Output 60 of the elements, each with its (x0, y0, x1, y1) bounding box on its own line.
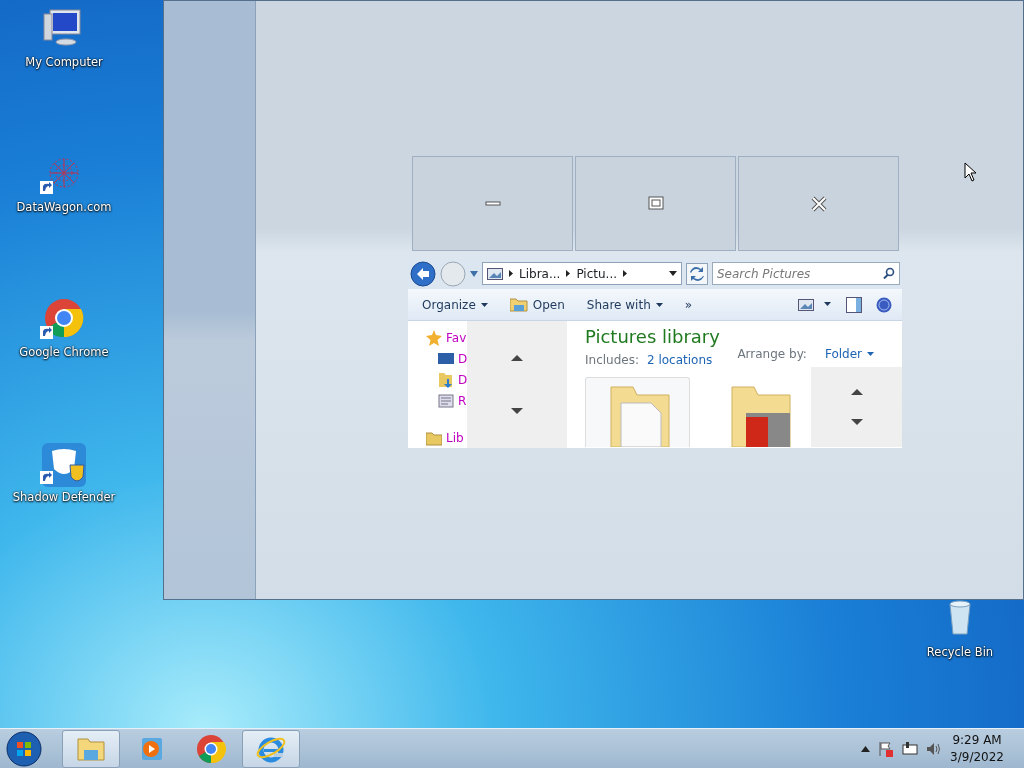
folder-icon (426, 430, 442, 446)
address-bar[interactable]: Libra... Pictu... (482, 262, 682, 285)
chrome-icon (196, 733, 226, 764)
down-arrow-icon[interactable] (511, 406, 523, 417)
picture-icon (487, 267, 503, 280)
folder-icon (438, 372, 454, 388)
locations-link[interactable]: 2 locations (647, 350, 713, 369)
includes-label: Includes: (585, 351, 639, 369)
preview-pane-icon[interactable] (846, 296, 862, 313)
toolbar-button[interactable]: Share with (582, 293, 667, 316)
toolbar-button[interactable]: Open (505, 293, 569, 316)
folder-tile[interactable] (585, 376, 690, 447)
more-button[interactable]: » (680, 293, 697, 316)
breadcrumb-item[interactable]: Pictu... (576, 264, 618, 283)
caret-icon (669, 271, 677, 276)
folder-icon (509, 297, 528, 312)
refresh-icon[interactable] (686, 262, 708, 285)
help-icon[interactable] (876, 296, 892, 313)
start-button[interactable] (4, 728, 44, 768)
cursor-icon (964, 162, 978, 182)
icon-label: Google Chrome (19, 344, 109, 361)
clock[interactable]: 9:29 AM 3/9/2022 (950, 732, 1004, 765)
arrange-label: Arrange by: (737, 346, 807, 363)
up-arrow-icon[interactable] (511, 352, 523, 363)
search-field[interactable]: Search Pictures (712, 262, 900, 285)
document-icon (438, 393, 454, 409)
icon-label: Recycle Bin (926, 644, 994, 661)
star-icon (426, 330, 442, 346)
breadcrumb-item[interactable]: Libra... (519, 264, 561, 283)
nav-item[interactable]: R (426, 392, 468, 410)
flag-icon[interactable] (878, 740, 895, 757)
down-arrow-icon[interactable] (850, 416, 863, 427)
library-title: Pictures library (585, 327, 720, 347)
icon-label: My Computer (25, 54, 103, 71)
arrange-dropdown[interactable]: Folder (820, 343, 878, 365)
chevron-up-icon[interactable] (861, 745, 871, 752)
taskbar-button[interactable] (242, 729, 300, 768)
maximize-icon (647, 195, 664, 212)
caret-icon (480, 302, 488, 307)
shield-icon[interactable] (40, 443, 88, 487)
nav-item[interactable]: Fav (426, 329, 468, 347)
up-arrow-icon[interactable] (850, 386, 863, 397)
chevron-icon (566, 270, 571, 277)
icon-label: DataWagon.com (16, 199, 112, 216)
toolbar-button[interactable]: Organize (418, 293, 492, 316)
back-button[interactable] (410, 260, 436, 287)
caret-icon[interactable] (470, 270, 478, 277)
monitor-icon (438, 351, 454, 367)
close-icon (810, 195, 827, 212)
search-icon (883, 267, 895, 279)
chevron-icon (509, 270, 513, 277)
nav-item[interactable]: Lib (426, 429, 468, 447)
caret-icon (655, 302, 663, 307)
network-icon[interactable] (902, 740, 919, 757)
caret-icon (867, 352, 874, 356)
nav-item[interactable]: D (426, 350, 468, 368)
chevron-icon (623, 270, 628, 277)
icon-label: Shadow Defender (12, 489, 116, 506)
nav-item[interactable]: D (426, 371, 468, 389)
view-icon[interactable] (798, 298, 832, 311)
